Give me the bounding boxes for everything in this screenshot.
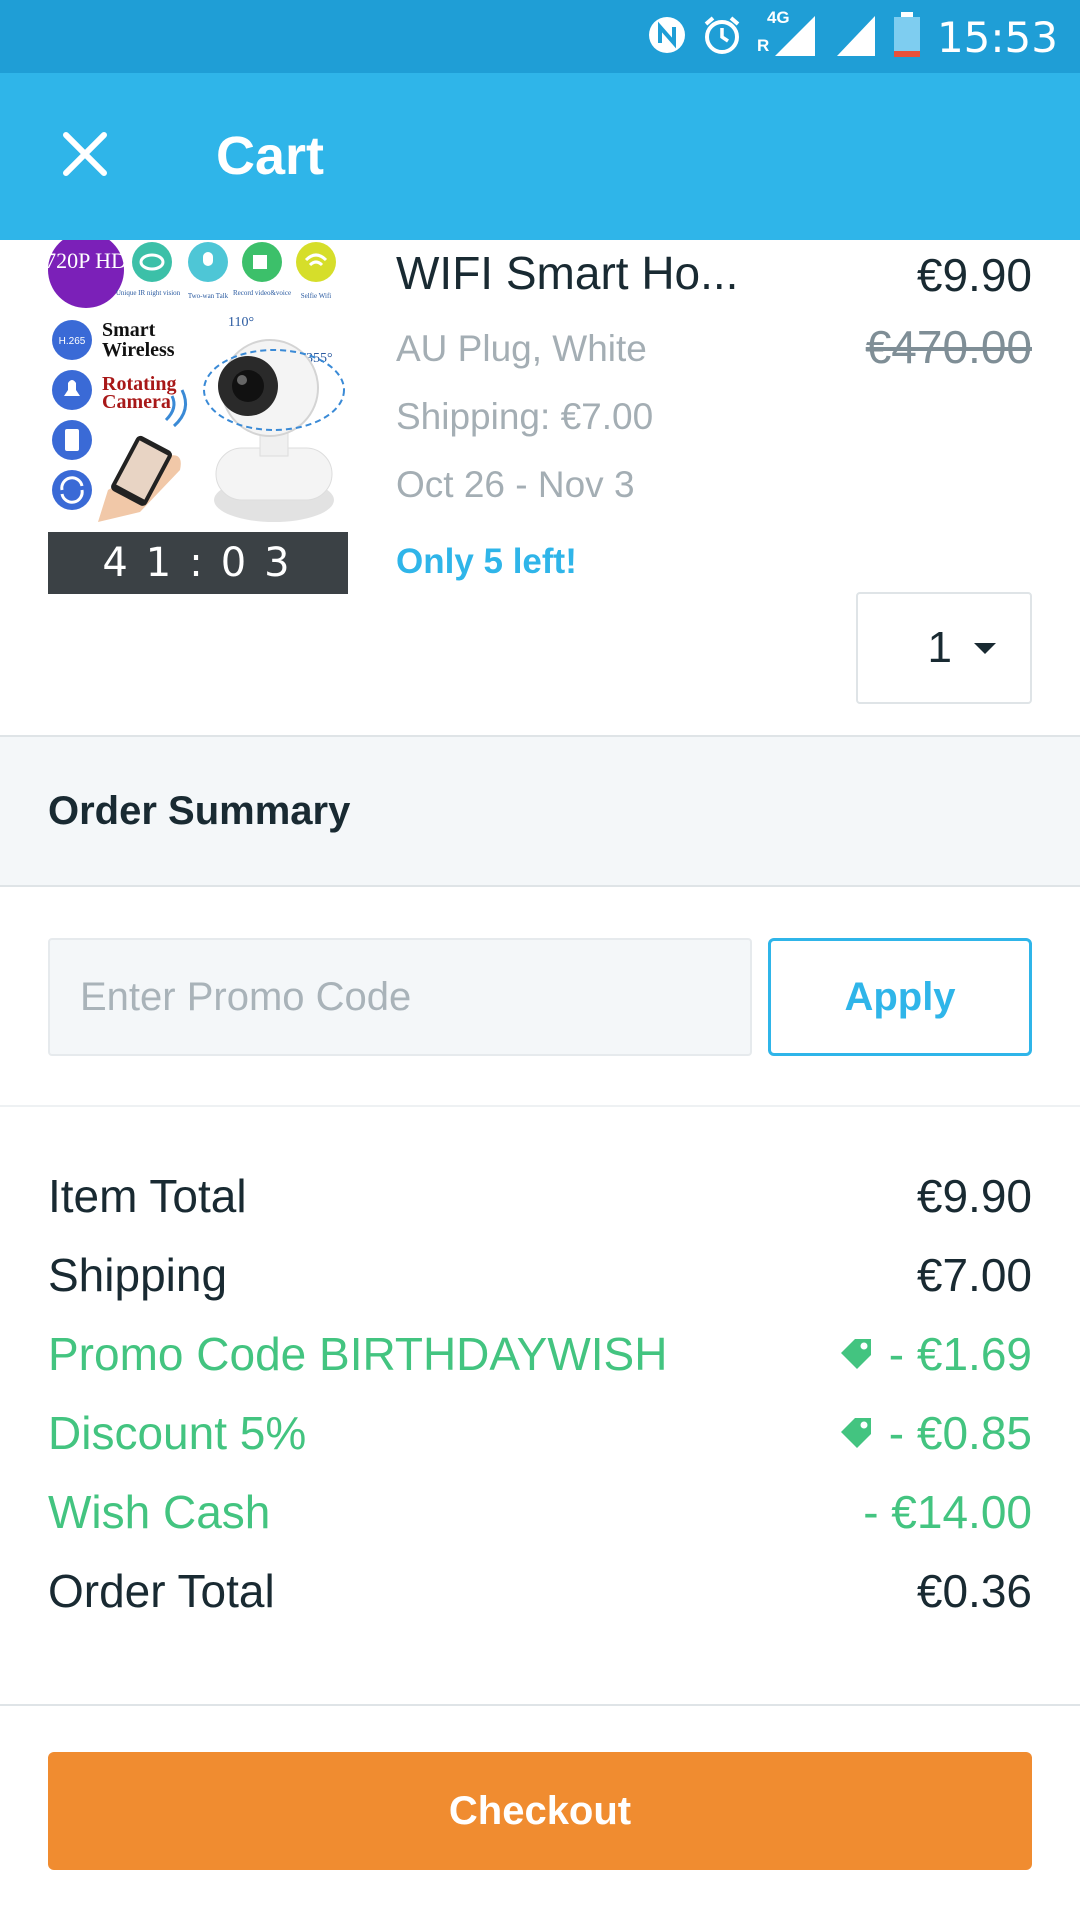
price-tag-icon (840, 1339, 871, 1369)
total-row-label: Shipping (48, 1249, 228, 1301)
total-row: Shipping €7.00 (48, 1245, 1032, 1305)
total-row: Order Total €0.36 (48, 1561, 1032, 1621)
status-bar: 4G R 15:53 (0, 0, 1080, 73)
feature-3-text: Record video&voice (233, 289, 291, 297)
promo-code-input[interactable] (48, 938, 752, 1056)
product-price: €9.90 (916, 249, 1032, 301)
stock-warning: Only 5 left! (396, 542, 577, 581)
product-name[interactable]: WIFI Smart Ho... (396, 246, 776, 300)
chevron-down-icon (974, 642, 996, 654)
total-row-amount: €9.90 (916, 1170, 1032, 1222)
total-row-value: €7.00 (917, 1248, 1032, 1302)
clock-time: 15:53 (936, 12, 1058, 62)
close-icon (63, 132, 107, 176)
network-type-label: 4G (766, 7, 790, 27)
total-row-amount: €7.00 (916, 1249, 1032, 1301)
feature-1-text: Unique IR night vision (116, 289, 181, 297)
feature-2-text: Two-wan Talk (188, 292, 229, 300)
apply-promo-button[interactable]: Apply (768, 938, 1032, 1056)
total-row-amount: - €14.00 (863, 1486, 1032, 1538)
divider (0, 1105, 1080, 1107)
total-row-amount: €0.36 (916, 1565, 1032, 1617)
status-icons: 4G R 15:53 (647, 8, 1058, 64)
total-row-amount: - €1.69 (888, 1328, 1032, 1380)
quantity-value: 1 (927, 623, 952, 672)
total-row-label: Promo Code BIRTHDAYWISH (48, 1328, 668, 1380)
total-row-label: Item Total (48, 1170, 247, 1222)
total-row-label: Discount 5% (48, 1407, 307, 1459)
total-row-label: Order Total (48, 1565, 275, 1617)
total-row-value: - €14.00 (863, 1485, 1032, 1539)
total-row-value: €0.36 (917, 1564, 1032, 1618)
checkout-button[interactable]: Checkout (48, 1752, 1032, 1870)
total-row-value: €9.90 (917, 1169, 1032, 1223)
page-title: Cart (216, 126, 325, 186)
nfc-icon (647, 15, 687, 60)
signal-icon (833, 12, 879, 63)
product-variant: AU Plug, White (396, 328, 647, 369)
codec-text: H.265 (59, 336, 86, 347)
order-summary-title: Order Summary (48, 789, 351, 833)
total-row-value: - €0.85 (837, 1406, 1032, 1460)
total-row: Promo Code BIRTHDAYWISH - €1.69 (48, 1324, 1032, 1384)
angle-1-text: 110° (228, 315, 254, 330)
image-line-2: Wireless (102, 339, 175, 361)
order-summary-header: Order Summary (0, 735, 1080, 887)
image-line-4: Camera (102, 391, 171, 413)
roaming-label: R (756, 35, 770, 55)
deal-countdown-timer: 41:03 (48, 532, 348, 594)
close-button[interactable] (52, 121, 118, 187)
total-row: Item Total €9.90 (48, 1166, 1032, 1226)
product-delivery-date: Oct 26 - Nov 3 (396, 464, 635, 505)
badge-text: 720P HD (48, 248, 127, 273)
total-row: Wish Cash - €14.00 (48, 1482, 1032, 1542)
total-row: Discount 5% - €0.85 (48, 1403, 1032, 1463)
feature-4-text: Selfie Wifi (301, 292, 332, 300)
product-shipping: Shipping: €7.00 (396, 396, 654, 437)
cart-item: 720P HD Unique IR night vision Two-wan T… (0, 240, 1080, 736)
total-row-label: Wish Cash (48, 1486, 271, 1538)
total-row-amount: - €0.85 (888, 1407, 1032, 1459)
battery-icon (893, 11, 921, 63)
quantity-dropdown[interactable]: 1 (856, 592, 1032, 704)
product-image[interactable]: 720P HD Unique IR night vision Two-wan T… (48, 240, 348, 532)
alarm-icon (701, 14, 743, 61)
image-line-1: Smart (102, 319, 156, 341)
app-bar: Cart (0, 73, 1080, 240)
price-tag-icon (840, 1418, 871, 1448)
product-original-price: €470.00 (865, 321, 1032, 373)
total-row-value: - €1.69 (837, 1327, 1032, 1381)
signal-4g-icon: 4G R (756, 8, 819, 63)
